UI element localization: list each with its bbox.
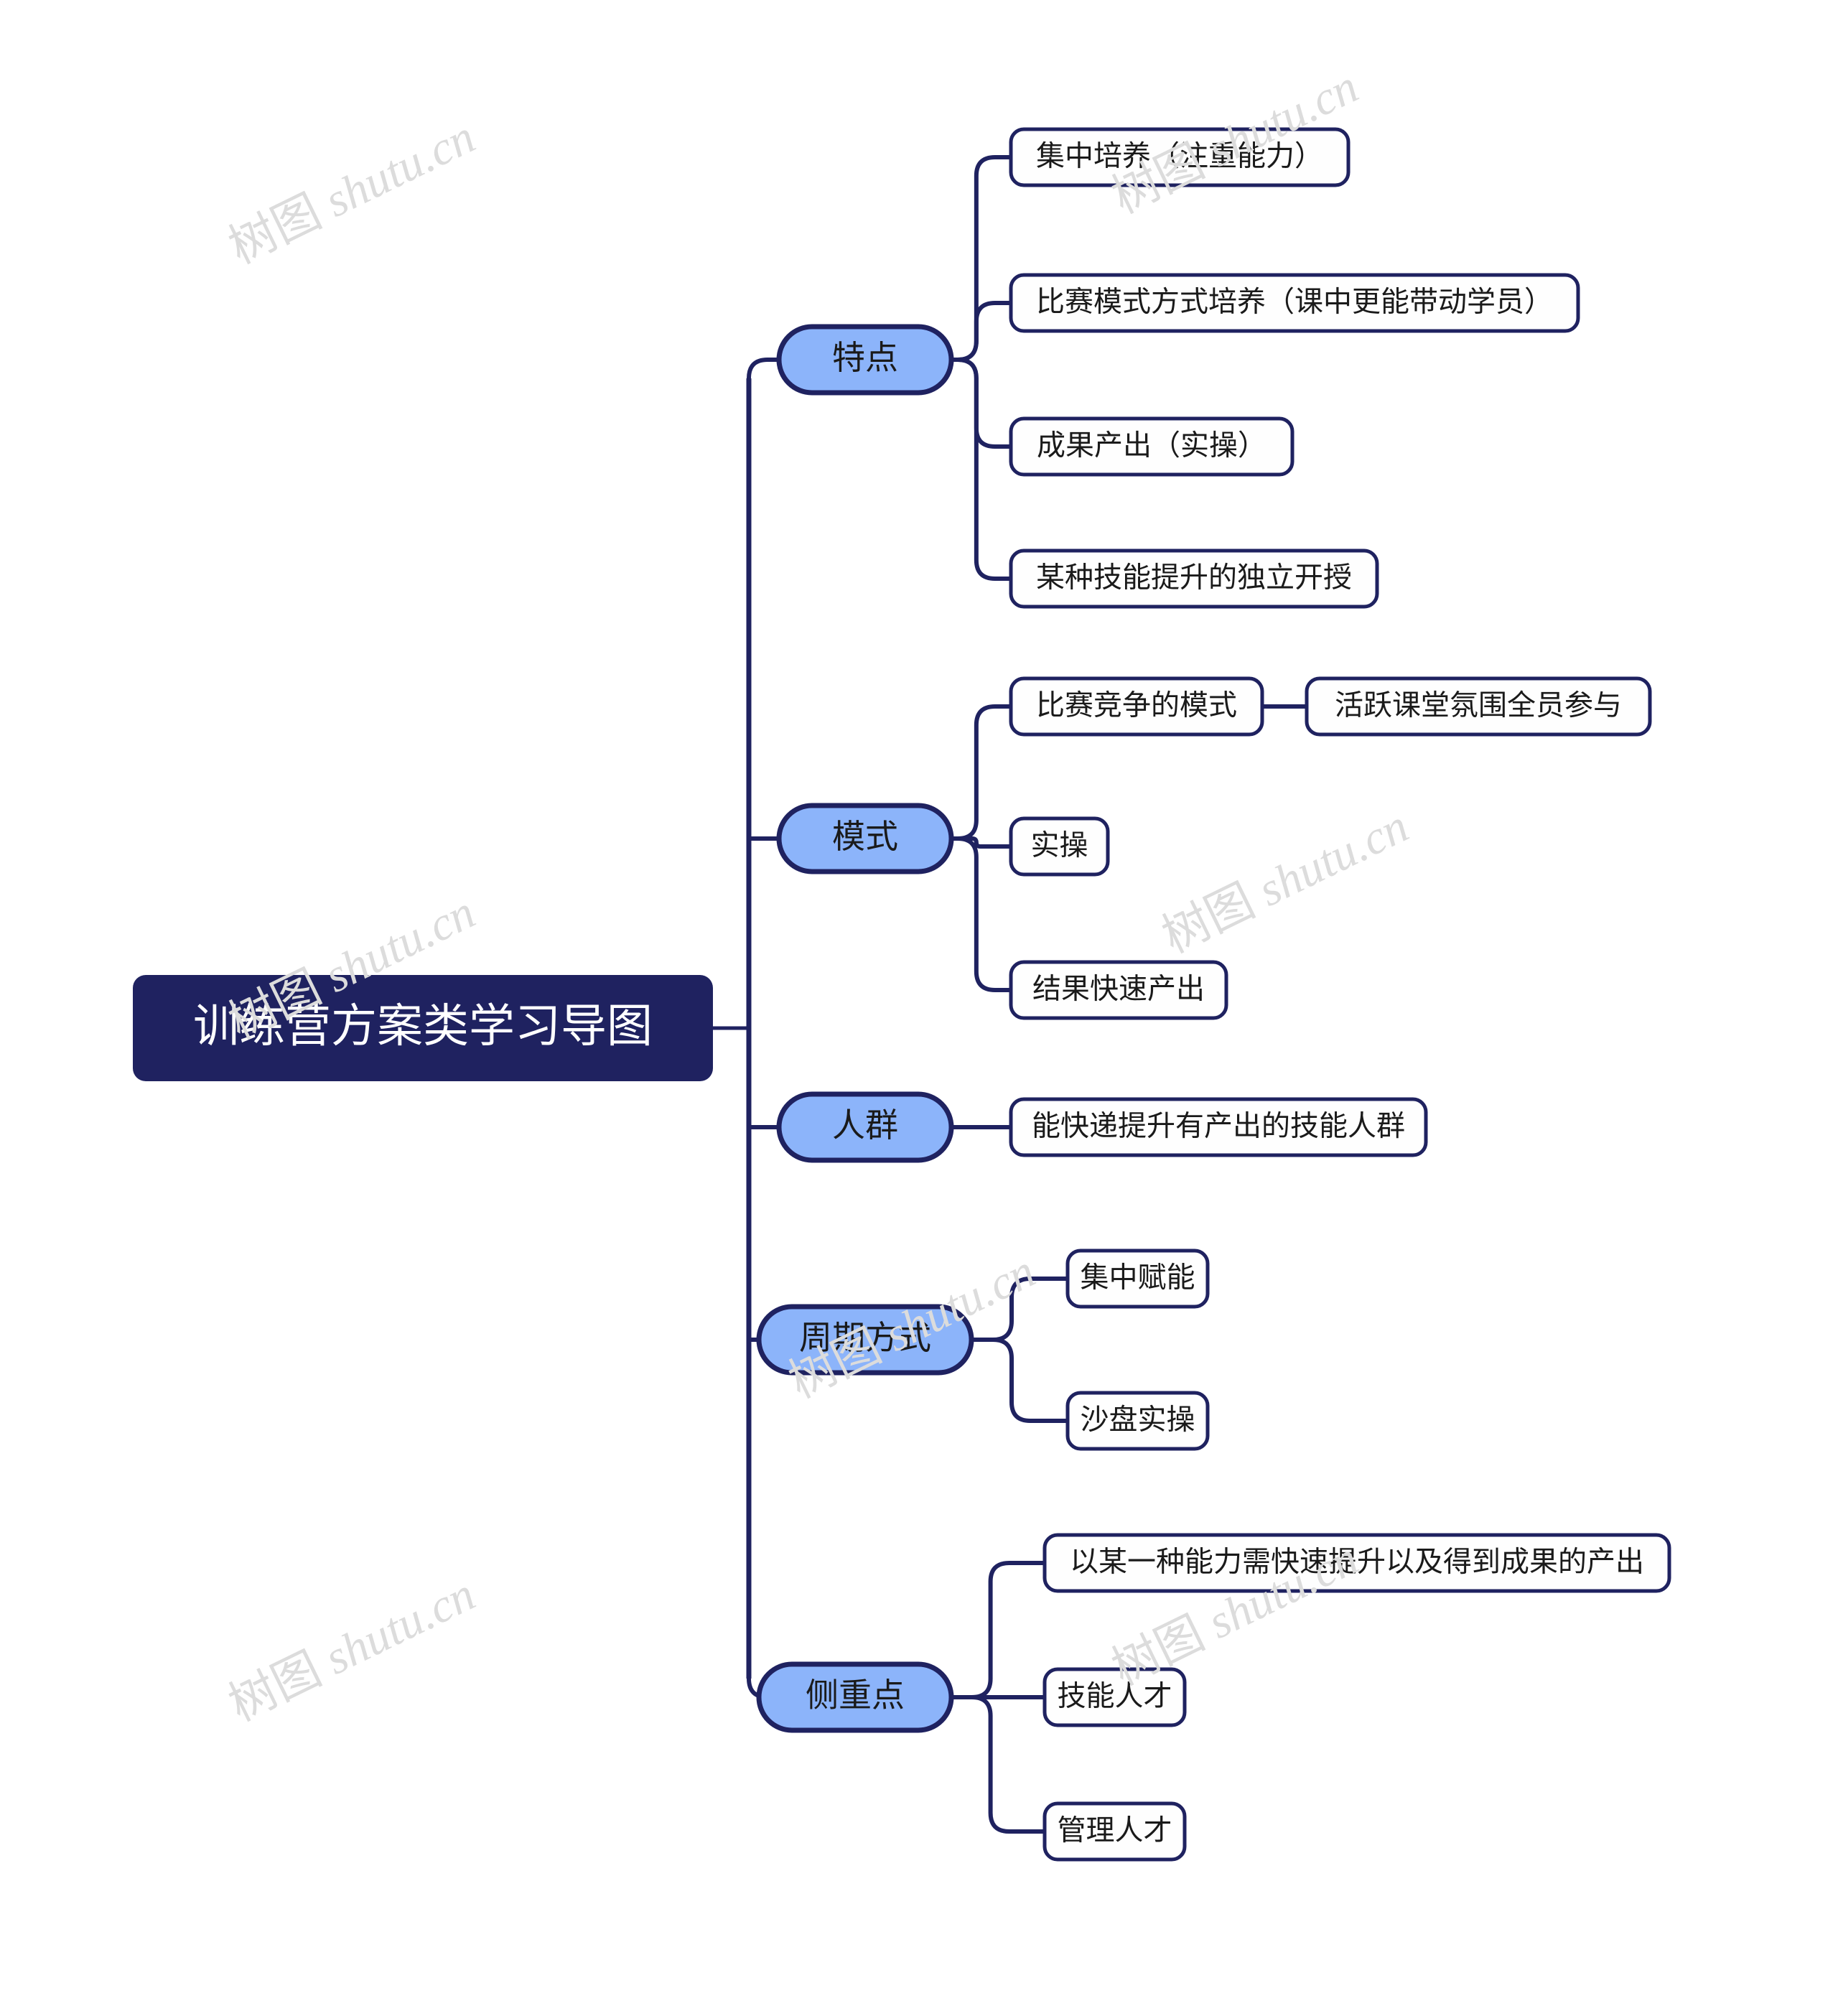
branch-node-branch-cezhongdian[interactable]: 侧重点 [756,1661,954,1733]
node-layer: 训练营方案类学习导图 特点 集中培养（注重能力） 比赛模式方式培养（课中更能带动学员）… [133,127,1671,1862]
connector-branch-moshi-to-leaf-bisaijingzheng [949,704,1013,841]
mindmap-canvas: 训练营方案类学习导图 特点 集中培养（注重能力） 比赛模式方式培养（课中更能带动学员）… [133,127,1671,1862]
connector-branch-tedian-to-leaf-mouzhongjineng [949,358,1013,581]
connector-branch-zhouqifangshi-to-leaf-shapanshicao [969,1338,1070,1423]
connector-branch-tedian-to-leaf-chengguochanchu [949,358,1013,449]
node-label: 比赛竞争的模式 [1036,690,1237,722]
leaf-node-leaf-jieguokuaisu[interactable]: 结果快速产出 [1009,960,1228,1020]
leaf-node-leaf-nengkuaidi[interactable]: 能快递提升有产出的技能人群 [1009,1097,1428,1157]
leaf-node-leaf-yimouyizhong[interactable]: 以某一种能力需快速提升以及得到成果的产出 [1042,1533,1671,1593]
connector-trunk-to-branch-tedian [747,358,781,381]
node-label: 训练营方案类学习导图 [193,1000,653,1052]
leaf-node-leaf-jizhongpeiyang[interactable]: 集中培养（注重能力） [1009,127,1350,187]
node-label: 成果产出（实操） [1037,430,1266,462]
connector-branch-zhouqifangshi-to-leaf-jizhongfuneng [969,1277,1070,1342]
node-label: 沙盘实操 [1081,1404,1195,1436]
connector-branch-moshi-to-leaf-jieguokuaisu [949,836,1013,992]
connector-branch-tedian-to-leaf-jizhongpeiyang [949,155,1013,362]
leaf-node-leaf-jinengrencai[interactable]: 技能人才 [1042,1667,1187,1727]
node-label: 能快递提升有产出的技能人群 [1032,1111,1405,1142]
leaf-node-leaf-huoyueketang[interactable]: 活跃课堂氛围全员参与 [1305,676,1652,737]
connector-branch-tedian-to-leaf-bisaimoshi [949,301,1013,362]
branch-node-branch-moshi[interactable]: 模式 [776,803,954,874]
leaf-node-leaf-mouzhongjineng[interactable]: 某种技能提升的独立开授 [1009,549,1379,609]
connector-branch-cezhongdian-to-leaf-guanlirencai [949,1695,1047,1834]
root-node[interactable]: 训练营方案类学习导图 [133,975,713,1081]
node-label: 侧重点 [806,1676,905,1714]
node-label: 人群 [832,1106,898,1144]
node-label: 管理人才 [1058,1815,1172,1847]
branch-node-branch-renqun[interactable]: 人群 [776,1091,954,1163]
node-label: 周期方式 [799,1319,931,1356]
leaf-node-leaf-bisaijingzheng[interactable]: 比赛竞争的模式 [1009,676,1264,737]
node-label: 结果快速产出 [1032,974,1205,1005]
leaf-node-leaf-chengguochanchu[interactable]: 成果产出（实操） [1009,416,1294,477]
node-label: 模式 [832,818,898,855]
node-label: 集中赋能 [1081,1262,1195,1294]
node-label: 集中培养（注重能力） [1036,141,1323,172]
connector-branch-cezhongdian-to-leaf-yimouyizhong [949,1561,1047,1699]
branch-node-branch-zhouqifangshi[interactable]: 周期方式 [756,1304,974,1376]
node-label: 某种技能提升的独立开授 [1036,562,1352,594]
leaf-node-leaf-guanlirencai[interactable]: 管理人才 [1042,1801,1187,1862]
leaf-node-leaf-shapanshicao[interactable]: 沙盘实操 [1065,1391,1210,1451]
branch-node-branch-tedian[interactable]: 特点 [776,324,954,396]
node-label: 特点 [832,339,898,376]
node-label: 实操 [1031,830,1088,862]
leaf-node-leaf-shicao[interactable]: 实操 [1009,816,1110,877]
node-label: 技能人才 [1058,1681,1172,1712]
leaf-node-leaf-bisaimoshi[interactable]: 比赛模式方式培养（课中更能带动学员） [1009,273,1580,333]
node-label: 活跃课堂氛围全员参与 [1335,690,1622,722]
node-label: 比赛模式方式培养（课中更能带动学员） [1036,286,1553,318]
node-label: 以某一种能力需快速提升以及得到成果的产出 [1070,1546,1644,1578]
leaf-node-leaf-jizhongfuneng[interactable]: 集中赋能 [1065,1249,1210,1309]
